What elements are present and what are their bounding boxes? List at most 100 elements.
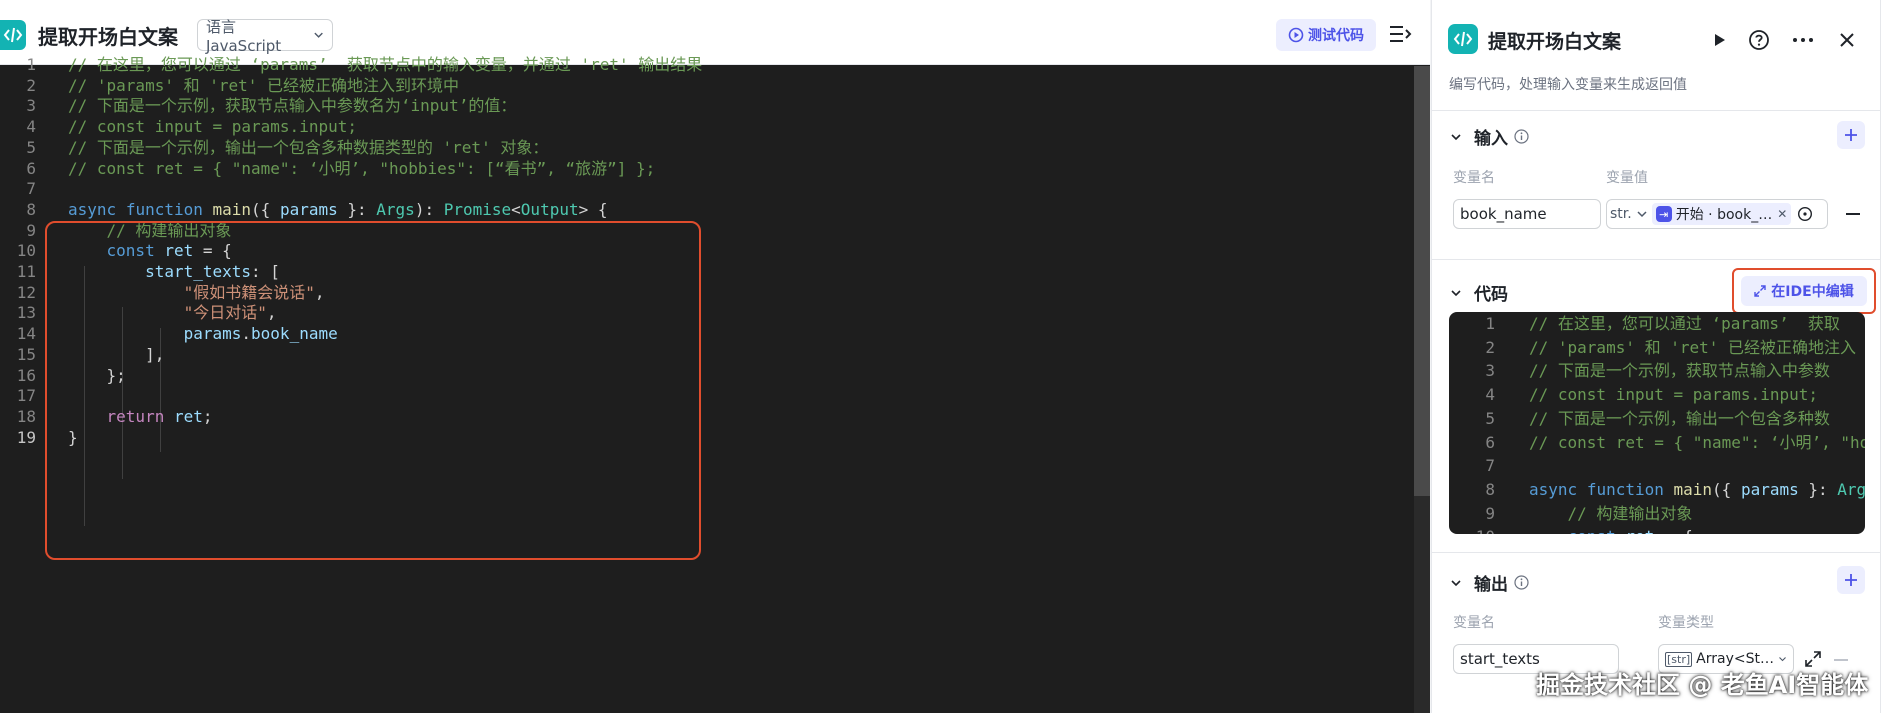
add-output-button[interactable] [1837, 566, 1865, 594]
language-select[interactable]: 语言 JavaScript [197, 18, 333, 55]
help-icon[interactable] [1747, 28, 1771, 52]
code-text: // const input = params.input; [1529, 383, 1818, 407]
code-token: Arg [1837, 479, 1865, 499]
code-text: // 'params' 和 'ret' 已经被正确地注入 [1529, 336, 1856, 360]
code-text: // 构建输出对象 [1529, 502, 1693, 526]
code-node-icon [1448, 24, 1478, 54]
variable-ref-label: 开始 · book_… [1675, 207, 1773, 223]
code-line[interactable]: 9 // 构建输出对象 [1449, 502, 1865, 526]
line-number: 19 [16, 427, 36, 447]
line-number: 2 [1485, 337, 1495, 357]
input-var-name-field[interactable]: book_name [1453, 199, 1601, 229]
code-token: main [1673, 479, 1713, 499]
output-section-title: 输出 [1474, 575, 1508, 595]
code-line[interactable]: 8 async function main({ params }: Arg [1449, 478, 1865, 502]
code-token: // 下面是一个示例，输出一个包含多种数据类型的 'ret' 对象： [68, 137, 549, 157]
input-var-value-field[interactable]: str. ⇥ 开始 · book_… ✕ [1606, 199, 1828, 229]
code-token: params [1740, 479, 1799, 499]
run-icon[interactable] [1707, 28, 1731, 52]
code-section-header[interactable]: 代码 [1450, 280, 1508, 305]
code-preview-editor[interactable]: 1 // 在这里，您可以通过 ‘params’ 获取 2 // 'params' 和 … [1449, 312, 1865, 534]
close-icon[interactable] [1835, 28, 1859, 52]
ide-pane: 提取开场白文案 语言 JavaScript 测试代码 1// 在这里，您可以通过… [0, 0, 1430, 713]
code-token: // 下面是一个示例，获取节点输入中参数 [1529, 361, 1830, 381]
code-line[interactable]: 5 // 下面是一个示例，输出一个包含多种数 [1449, 407, 1865, 431]
input-section-header[interactable]: 输入 [1450, 124, 1529, 149]
code-line[interactable]: 10 const ret = { [1449, 525, 1865, 534]
chevron-down-icon [1779, 657, 1786, 662]
target-icon[interactable] [1797, 206, 1813, 222]
remove-ref-icon[interactable]: ✕ [1777, 207, 1787, 221]
collapse-panel-icon[interactable] [1388, 22, 1412, 46]
chevron-down-icon [1637, 211, 1647, 218]
code-token: ret [1625, 527, 1654, 534]
code-token: Output [520, 199, 579, 219]
plus-icon [1845, 574, 1857, 586]
remove-output-button[interactable] [1834, 659, 1848, 661]
code-token: Args [376, 199, 415, 219]
code-text: async function main({ params }: Arg [1529, 478, 1865, 502]
code-token: // const ret = { "name": ‘小明’, "ho [1529, 432, 1865, 452]
line-number: 8 [1485, 479, 1495, 499]
divider [1432, 552, 1893, 553]
chevron-down-icon [1451, 579, 1461, 586]
output-col-type-label: 变量类型 [1658, 615, 1714, 631]
test-code-button[interactable]: 测试代码 [1276, 19, 1376, 51]
panel-title: 提取开场白文案 [1488, 31, 1622, 53]
code-highlight-annotation [45, 221, 701, 560]
code-token: async [68, 199, 117, 219]
code-token: // 'params' 和 'ret' 已经被正确地注入 [1529, 337, 1857, 357]
editor-scrollbar[interactable] [1414, 66, 1430, 496]
code-line[interactable]: 3 // 下面是一个示例，获取节点输入中参数 [1449, 359, 1865, 383]
code-line[interactable]: 4 // const input = params.input; [1449, 383, 1865, 407]
input-col-name-label: 变量名 [1453, 170, 1495, 186]
chevron-down-icon [1451, 133, 1461, 140]
code-token: // 在这里，您可以通过 ‘params’ 获取 [1529, 314, 1840, 333]
code-text: // 下面是一个示例，输出一个包含多种数 [1529, 407, 1830, 431]
code-token: // const input = params.input; [68, 117, 357, 137]
code-token: async [1529, 479, 1578, 499]
code-token: // 下面是一个示例，输出一个包含多种数 [1529, 408, 1830, 428]
add-input-button[interactable] [1837, 121, 1865, 149]
line-number: 1 [1485, 314, 1495, 333]
chevron-down-icon [314, 32, 323, 38]
remove-input-button[interactable] [1846, 213, 1860, 215]
type-select[interactable]: str. [1610, 206, 1632, 222]
code-text: // 下面是一个示例，获取节点输入中参数 [1529, 359, 1830, 383]
code-node-icon [0, 20, 26, 50]
output-section-header[interactable]: 输出 [1450, 570, 1529, 595]
divider [1432, 110, 1893, 111]
code-token: ({ [251, 199, 280, 219]
code-token: ({ [1712, 479, 1741, 499]
watermark: 掘金技术社区 @ 老鱼AI智能体 [1536, 671, 1869, 699]
code-text: const ret = { [1529, 525, 1693, 534]
language-select-label: 语言 JavaScript [206, 17, 282, 55]
code-line[interactable]: 6 // const ret = { "name": ‘小明’, "ho [1449, 431, 1865, 455]
line-number: 5 [1485, 408, 1495, 428]
code-token: function [125, 199, 203, 219]
variable-ref-chip[interactable]: ⇥ 开始 · book_… ✕ [1651, 203, 1792, 225]
code-line[interactable]: 1 // 在这里，您可以通过 ‘params’ 获取 [1449, 312, 1865, 336]
input-col-value-label: 变量值 [1606, 170, 1648, 186]
code-token: = { [1654, 527, 1693, 534]
code-token: function [1586, 479, 1664, 499]
more-icon[interactable] [1791, 28, 1815, 52]
code-token: // 'params' 和 'ret' 已经被正确地注入到环境中 [68, 75, 460, 95]
code-token: ): [414, 199, 444, 219]
code-token: // 构建输出对象 [1567, 503, 1693, 523]
chevron-down-icon [1451, 289, 1461, 296]
line-number: 9 [1485, 503, 1495, 523]
code-token: > { [578, 199, 608, 219]
output-col-name-label: 变量名 [1453, 615, 1495, 631]
line-number: 4 [1485, 385, 1495, 405]
code-line[interactable]: 2 // 'params' 和 'ret' 已经被正确地注入 [1449, 336, 1865, 360]
code-token: // const ret = { "name": ‘小明’, "hobbies"… [68, 158, 656, 178]
start-node-icon: ⇥ [1655, 206, 1672, 222]
code-line[interactable]: 7 [1449, 454, 1865, 478]
code-token: < [511, 199, 521, 219]
code-token: // const input = params.input; [1529, 385, 1818, 405]
